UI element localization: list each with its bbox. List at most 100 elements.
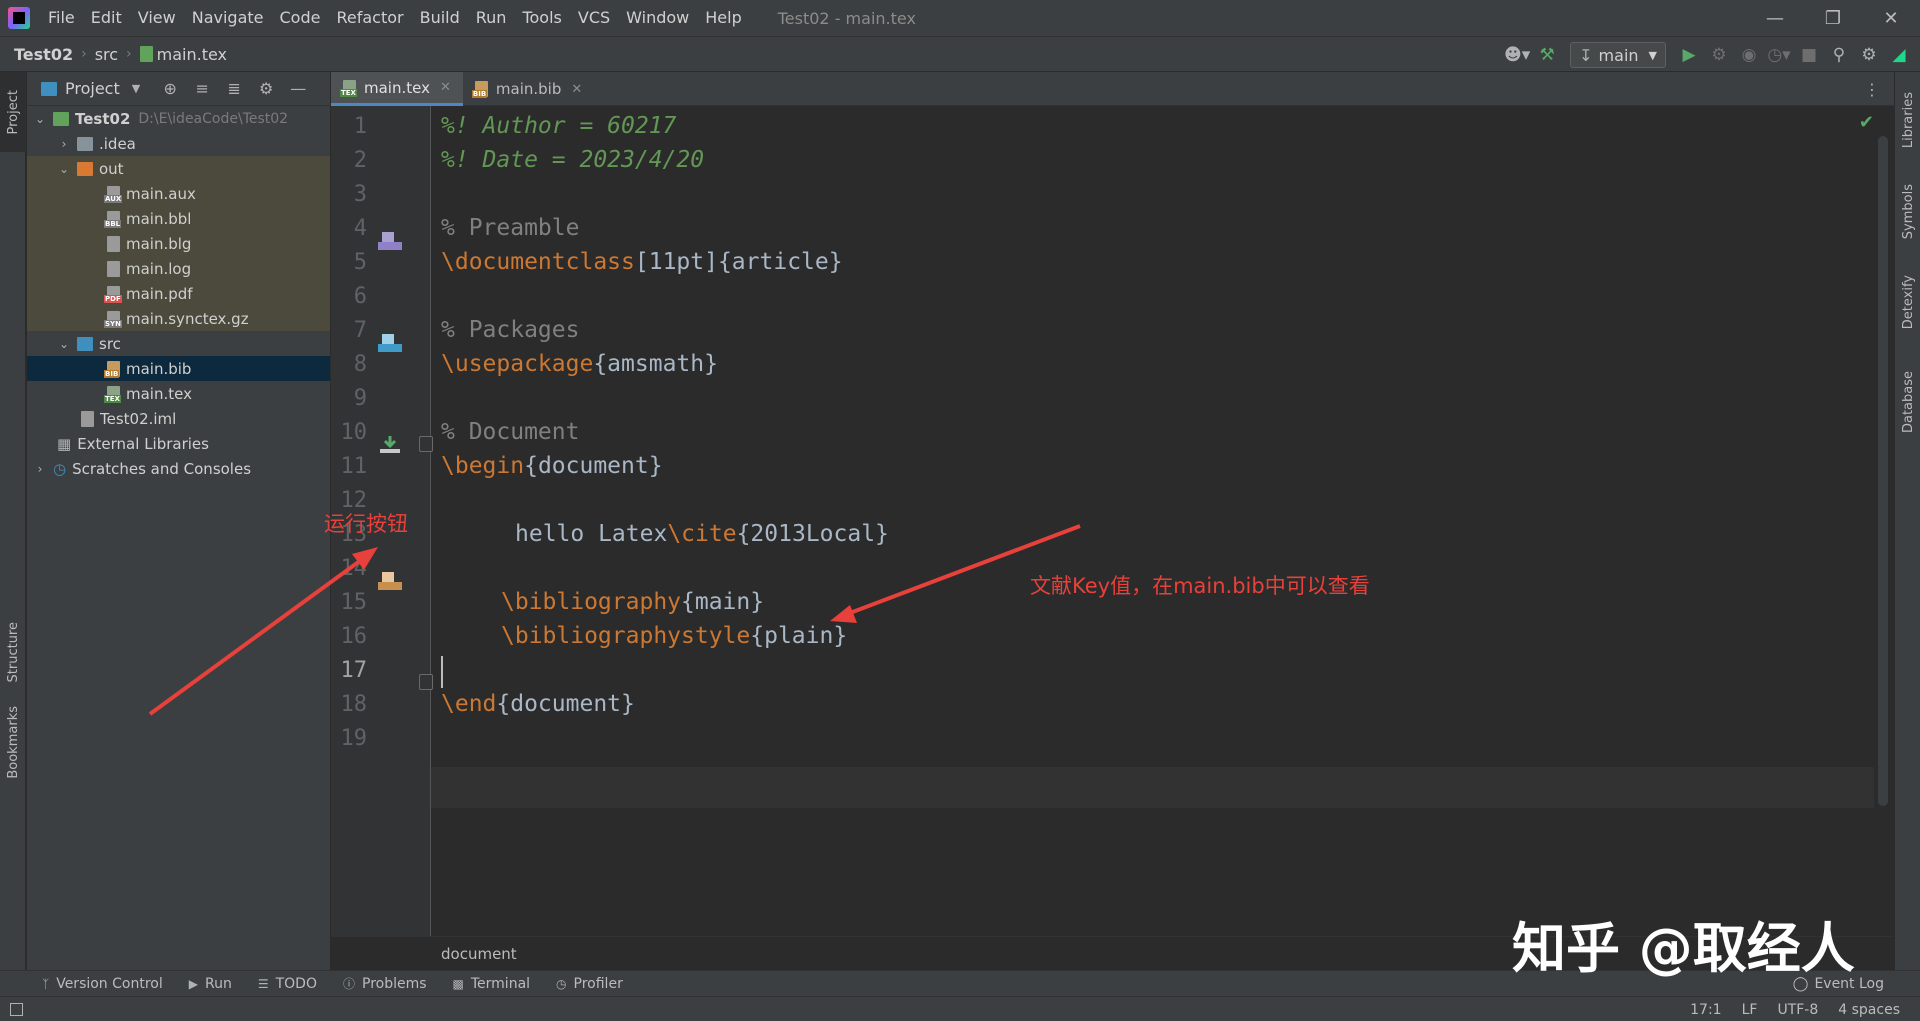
user-icon[interactable]: ☻▾ [1502, 40, 1532, 70]
documentclass-gutter-icon[interactable] [377, 230, 403, 252]
tree-file[interactable]: Test02.iml [27, 406, 330, 431]
minimize-icon[interactable]: — [1746, 0, 1804, 36]
status-indicators: 17:1 LF UTF-8 4 spaces [1670, 997, 1900, 1021]
tree-file[interactable]: BBL main.bbl [27, 206, 330, 231]
tab-main-bib[interactable]: BIB main.bib ✕ [463, 72, 594, 106]
menu-tools[interactable]: Tools [514, 0, 569, 36]
module-folder-icon [53, 111, 69, 126]
tree-file-selected[interactable]: BIB main.bib [27, 356, 330, 381]
tool-tab-project[interactable]: Project [0, 72, 26, 152]
chevron-right-icon[interactable]: › [57, 137, 71, 151]
caret-position[interactable]: 17:1 [1690, 1002, 1721, 1018]
menu-window[interactable]: Window [618, 0, 697, 36]
toolbox-icon[interactable]: ◢ [1884, 40, 1914, 70]
tree-root[interactable]: ⌄ Test02 D:\E\ideaCode\Test02 [27, 106, 330, 131]
tool-tab-detexify[interactable]: Detexify [1895, 262, 1920, 342]
vertical-scrollbar[interactable] [1878, 136, 1888, 806]
run-compile-gutter-icon[interactable] [377, 434, 403, 456]
tree-file[interactable]: SYN main.synctex.gz [27, 306, 330, 331]
debug-icon[interactable]: ⚙ [1704, 40, 1734, 70]
tool-profiler[interactable]: ◷ Profiler [556, 976, 623, 992]
tree-out-folder[interactable]: ⌄ out [27, 156, 330, 181]
tool-tab-database[interactable]: Database [1895, 357, 1920, 447]
tree-file[interactable]: AUX main.aux [27, 181, 330, 206]
code-editor[interactable]: 1 2 3 4 5 6 7 8 9 10 11 12 13 14 15 16 1… [331, 106, 1894, 936]
menu-navigate[interactable]: Navigate [184, 0, 272, 36]
menu-edit[interactable]: Edit [83, 0, 130, 36]
run-icon: ▶ [188, 976, 198, 991]
package-gutter-icon[interactable] [377, 332, 403, 354]
chevron-down-icon[interactable]: ⌄ [33, 112, 47, 126]
profile-icon[interactable]: ◷▾ [1764, 40, 1794, 70]
tool-version-control[interactable]: ᛉ Version Control [42, 976, 163, 992]
file-encoding[interactable]: UTF-8 [1777, 1002, 1818, 1018]
more-vertical-icon[interactable]: ⋮ [1864, 80, 1880, 99]
search-icon[interactable]: ⚲ [1824, 40, 1854, 70]
menu-file[interactable]: File [40, 0, 83, 36]
tree-scratches[interactable]: › ◷ Scratches and Consoles [27, 456, 330, 481]
root-path: D:\E\ideaCode\Test02 [138, 110, 289, 127]
tool-tab-symbols[interactable]: Symbols [1895, 172, 1920, 252]
tree-file[interactable]: PDF main.pdf [27, 281, 330, 306]
close-window-icon[interactable]: ✕ [1862, 0, 1920, 36]
settings-gear-icon[interactable]: ⚙ [1854, 40, 1884, 70]
tool-problems[interactable]: ⓘ Problems [343, 975, 427, 992]
build-hammer-icon[interactable]: ⚒ [1532, 40, 1562, 70]
menu-vcs[interactable]: VCS [570, 0, 618, 36]
expand-all-icon[interactable]: ≡ [186, 79, 218, 98]
menu-run[interactable]: Run [468, 0, 515, 36]
line-separator[interactable]: LF [1742, 1002, 1758, 1018]
chevron-down-icon[interactable]: ⌄ [57, 162, 71, 176]
tree-label: out [99, 159, 124, 178]
settings-gear-icon[interactable]: ⚙ [250, 79, 282, 98]
chevron-down-icon[interactable]: ▼ [132, 82, 140, 95]
project-panel-title[interactable]: Project [65, 79, 120, 98]
menu-refactor[interactable]: Refactor [328, 0, 411, 36]
tree-src-folder[interactable]: ⌄ src [27, 331, 330, 356]
breadcrumb-project[interactable]: Test02 [0, 45, 73, 64]
restore-icon[interactable]: ❐ [1804, 0, 1862, 36]
menu-code[interactable]: Code [272, 0, 329, 36]
chevron-right-icon[interactable]: › [33, 462, 47, 476]
close-tab-icon[interactable]: ✕ [571, 82, 582, 97]
bibliography-gutter-icon[interactable] [377, 570, 403, 592]
tab-main-tex[interactable]: TEX main.tex ✕ [331, 72, 463, 106]
tool-tab-structure[interactable]: Structure [0, 612, 26, 692]
coverage-icon[interactable]: ◉ [1734, 40, 1764, 70]
menu-build[interactable]: Build [412, 0, 468, 36]
tool-tab-libraries[interactable]: Libraries [1895, 80, 1920, 160]
tool-tab-bookmarks[interactable]: Bookmarks [0, 697, 26, 787]
tree-file[interactable]: main.blg [27, 231, 330, 256]
indent-setting[interactable]: 4 spaces [1838, 1002, 1900, 1018]
left-tool-strip: Project Structure Bookmarks [0, 72, 26, 970]
stop-icon[interactable]: ■ [1794, 40, 1824, 70]
tool-terminal[interactable]: ▩ Terminal [453, 976, 531, 992]
tool-todo[interactable]: ☰ TODO [258, 976, 317, 992]
bbl-file-icon: BBL [104, 210, 122, 228]
breadcrumb-file[interactable]: main.tex [157, 45, 227, 64]
breadcrumb-environment[interactable]: document [441, 945, 517, 963]
chevron-down-icon[interactable]: ⌄ [57, 337, 71, 351]
run-config-select[interactable]: ↧ main ▼ [1570, 42, 1666, 68]
close-tab-icon[interactable]: ✕ [440, 80, 451, 95]
fold-marker-icon[interactable] [419, 436, 433, 452]
chevron-right-icon: › [126, 46, 132, 62]
code-line-8: \usepackage{amsmath} [441, 351, 718, 377]
tree-external-libraries[interactable]: ▦ External Libraries [27, 431, 330, 456]
locate-icon[interactable]: ⊕ [154, 79, 186, 98]
tree-idea-folder[interactable]: › .idea [27, 131, 330, 156]
toggle-tool-windows-icon[interactable] [10, 1002, 23, 1016]
run-icon[interactable]: ▶ [1674, 40, 1704, 70]
collapse-all-icon[interactable]: ≣ [218, 79, 250, 98]
fold-marker-icon[interactable] [419, 674, 433, 690]
tree-file[interactable]: main.log [27, 256, 330, 281]
tool-run[interactable]: ▶ Run [189, 976, 232, 992]
hide-panel-icon[interactable]: — [282, 79, 314, 98]
list-icon: ☰ [257, 976, 269, 991]
menu-view[interactable]: View [130, 0, 184, 36]
tree-file[interactable]: TEX main.tex [27, 381, 330, 406]
menu-help[interactable]: Help [697, 0, 749, 36]
inspection-ok-check-icon[interactable]: ✔ [1859, 112, 1874, 133]
breadcrumb-src[interactable]: src [87, 45, 118, 64]
tree-label: Scratches and Consoles [72, 459, 252, 478]
